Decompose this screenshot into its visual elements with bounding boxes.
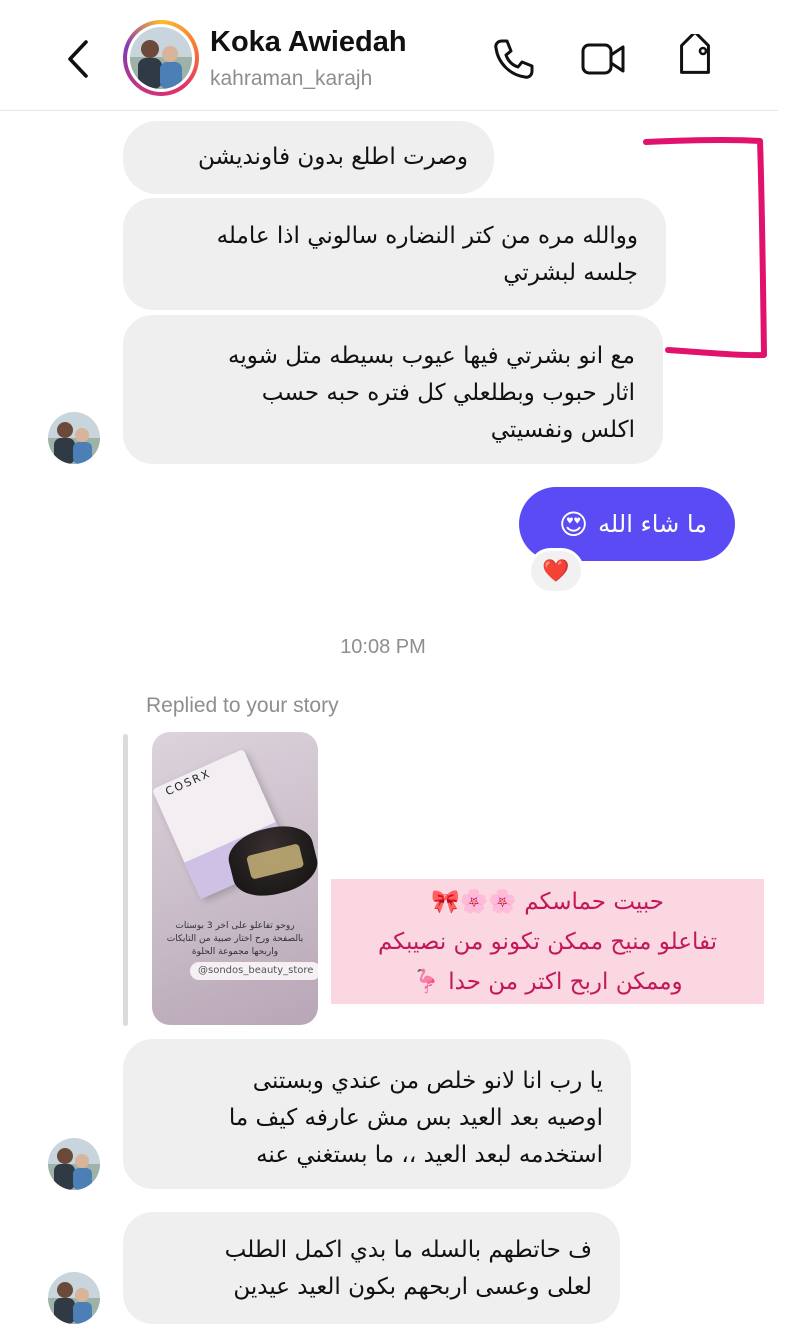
received-message[interactable]: وصرت اطلع بدون فاونديشن bbox=[123, 121, 494, 194]
message-text: جلسه لبشرتي bbox=[503, 260, 638, 286]
contact-username: kahraman_karajh bbox=[210, 67, 373, 90]
contact-name[interactable]: Koka Awiedah bbox=[210, 26, 407, 59]
message-text: يا رب انا لانو خلص من عندي وبستنى bbox=[252, 1068, 603, 1094]
message-text: اكلس ونفسيتي bbox=[490, 417, 635, 443]
received-message[interactable]: ووالله مره من كتر النضاره سالوني اذا عام… bbox=[123, 198, 666, 310]
reply-indicator-bar bbox=[123, 734, 128, 1026]
message-text: مع انو بشرتي فيها عيوب بسيطه متل شويه bbox=[228, 343, 635, 369]
received-message[interactable]: ف حاتطهم بالسله ما بدي اكمل الطلب لعلى و… bbox=[123, 1212, 620, 1324]
message-text: استخدمه لبعد العيد ،، ما بستغني عنه bbox=[256, 1142, 603, 1168]
note-line: حبيت حماسكم 🌸🌸🎀 bbox=[430, 889, 665, 915]
voice-call-button[interactable] bbox=[488, 34, 538, 84]
tag-button[interactable] bbox=[670, 31, 720, 84]
sender-avatar[interactable] bbox=[48, 412, 100, 464]
received-message[interactable]: يا رب انا لانو خلص من عندي وبستنى اوصيه … bbox=[123, 1039, 631, 1189]
story-mention-tag: @sondos_beauty_store bbox=[190, 962, 318, 980]
video-camera-icon bbox=[581, 43, 625, 75]
message-text: وصرت اطلع بدون فاونديشن bbox=[198, 144, 468, 170]
message-text: ما شاء الله bbox=[598, 510, 707, 538]
heart-reaction[interactable]: ❤️ bbox=[528, 548, 584, 594]
story-thumbnail[interactable]: COSRX روحو تفاعلو على اخر 3 بوستات بالصف… bbox=[152, 732, 318, 1025]
received-message[interactable]: مع انو بشرتي فيها عيوب بسيطه متل شويه اث… bbox=[123, 315, 663, 464]
pink-note-overlay: حبيت حماسكم 🌸🌸🎀 تفاعلو منيح ممكن تكونو م… bbox=[331, 879, 764, 1004]
sender-avatar[interactable] bbox=[48, 1138, 100, 1190]
chevron-left-icon bbox=[68, 40, 88, 78]
back-button[interactable] bbox=[58, 34, 102, 84]
story-reply-label: Replied to your story bbox=[146, 694, 339, 717]
sender-avatar[interactable] bbox=[48, 1272, 100, 1324]
video-call-button[interactable] bbox=[578, 34, 628, 84]
story-caption: روحو تفاعلو على اخر 3 بوستات بالصفحة ورح… bbox=[166, 921, 304, 957]
heart-icon: ❤️ bbox=[542, 558, 570, 584]
timestamp: 10:08 PM bbox=[340, 636, 426, 658]
message-text: اوصيه بعد العيد بس مش عارفه كيف ما bbox=[228, 1105, 603, 1131]
note-line: تفاعلو منيح ممكن تكونو من نصيبكم bbox=[377, 929, 718, 955]
heart-eyes-emoji: 😍 bbox=[558, 507, 589, 541]
chat-header: Koka Awiedah kahraman_karajh bbox=[0, 0, 800, 110]
header-divider bbox=[0, 110, 778, 111]
message-text: ووالله مره من كتر النضاره سالوني اذا عام… bbox=[216, 223, 638, 249]
note-line: وممكن اربح اكتر من حدا 🦩 bbox=[412, 969, 683, 995]
phone-icon bbox=[494, 39, 534, 79]
tag-icon bbox=[680, 31, 710, 74]
message-text: اثار حبوب وبطلعلي كل فتره حبه حسب bbox=[261, 380, 635, 406]
message-text: لعلى وعسى اربحهم بكون العيد عيدين bbox=[233, 1274, 592, 1300]
contact-avatar[interactable] bbox=[123, 20, 199, 96]
message-text: ف حاتطهم بالسله ما بدي اكمل الطلب bbox=[224, 1237, 592, 1263]
